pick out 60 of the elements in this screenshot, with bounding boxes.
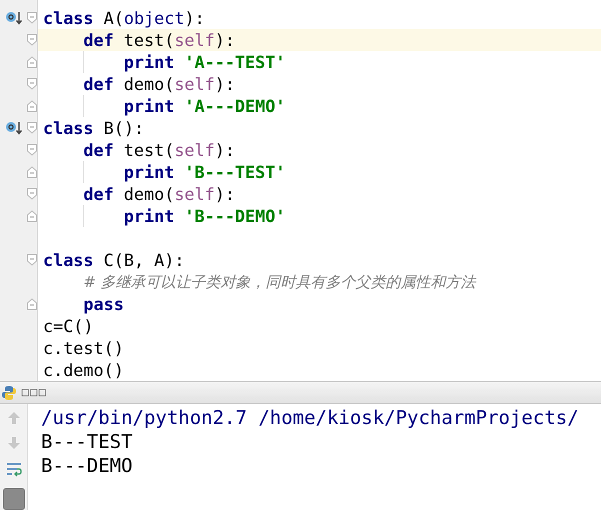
override-marker-icon[interactable] [4, 10, 22, 26]
code-keyword: class [43, 117, 94, 139]
code-text: demo( [122, 73, 174, 95]
code-text: c.demo() [43, 359, 124, 381]
code-keyword: print [124, 161, 174, 183]
run-panel-title: □□□ [21, 388, 47, 398]
code-text: ): [214, 29, 235, 51]
code-keyword: print [124, 51, 174, 73]
code-keyword: class [43, 249, 94, 271]
code-text: C(B, A): [102, 249, 184, 271]
up-arrow-icon[interactable] [6, 411, 20, 425]
code-string: 'B---DEMO' [183, 205, 286, 227]
code-self: self [174, 139, 215, 161]
fold-icon[interactable] [27, 188, 37, 200]
console-output: B---TEST [41, 430, 134, 454]
code-text: ): [214, 73, 235, 95]
code-keyword: print [124, 205, 174, 227]
down-arrow-icon[interactable] [6, 436, 20, 450]
code-self: self [174, 73, 215, 95]
scroll-to-end-button[interactable] [2, 488, 24, 510]
code-text: c.test() [43, 337, 124, 359]
fold-icon[interactable] [27, 100, 37, 112]
code-text: ): [214, 139, 235, 161]
code-self: self [174, 183, 215, 205]
code-string: 'A---TEST' [183, 51, 286, 73]
code-self: self [174, 29, 215, 51]
fold-icon[interactable] [27, 210, 37, 222]
override-marker-icon[interactable] [4, 120, 22, 136]
code-keyword: def [83, 139, 114, 161]
code-keyword: def [83, 73, 114, 95]
code-keyword: def [83, 29, 114, 51]
code-keyword: print [124, 95, 174, 117]
fold-icon[interactable] [27, 34, 37, 46]
code-comment: # 多继承可以让子类对象，同时具有多个父类的属性和方法 [83, 272, 476, 293]
code-text: test( [122, 29, 174, 51]
code-text: A( [102, 7, 124, 29]
fold-icon[interactable] [27, 56, 37, 68]
python-icon [1, 384, 17, 400]
code-keyword: def [83, 183, 114, 205]
code-text: B(): [102, 117, 144, 139]
code-text: ): [184, 7, 205, 29]
code-keyword: pass [83, 293, 124, 315]
code-text: ): [214, 183, 235, 205]
fold-icon[interactable] [27, 78, 37, 90]
code-string: 'A---DEMO' [183, 95, 286, 117]
fold-icon[interactable] [27, 298, 37, 310]
code-keyword: class [43, 7, 94, 29]
fold-icon[interactable] [27, 166, 37, 178]
code-text: demo( [122, 183, 174, 205]
fold-icon[interactable] [27, 144, 37, 156]
soft-wrap-icon[interactable] [6, 461, 22, 477]
console-output: B---DEMO [41, 454, 134, 478]
fold-icon[interactable] [27, 122, 37, 134]
code-builtin: object [124, 7, 184, 29]
code-text: test( [122, 139, 174, 161]
fold-icon[interactable] [27, 12, 37, 24]
console-command: /usr/bin/python2.7 /home/kiosk/PycharmProjects/ [41, 406, 579, 430]
fold-icon[interactable] [27, 254, 37, 266]
code-text: c=C() [43, 315, 94, 337]
code-string: 'B---TEST' [183, 161, 286, 183]
